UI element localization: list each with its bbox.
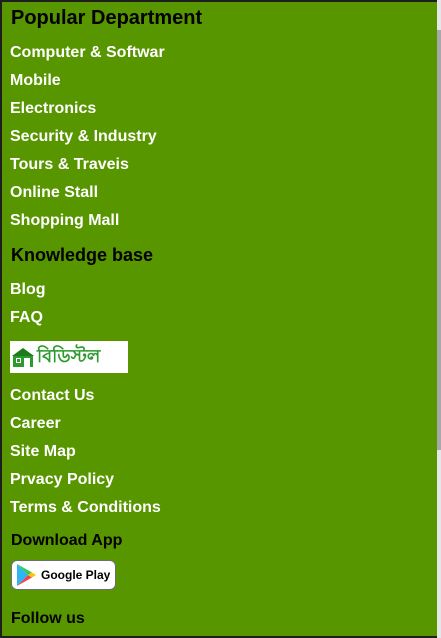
shop-icon bbox=[12, 348, 34, 367]
scrollbar-thumb[interactable] bbox=[437, 30, 441, 450]
popular-link-tours-travels[interactable]: Tours & Traveis bbox=[10, 156, 129, 174]
google-play-label: Google Play bbox=[41, 568, 111, 582]
popular-link-computer-software[interactable]: Computer & Softwar bbox=[10, 44, 165, 62]
popular-link-security-industry[interactable]: Security & Industry bbox=[10, 128, 157, 146]
info-link-career[interactable]: Career bbox=[10, 415, 61, 433]
scrollbar[interactable] bbox=[437, 0, 441, 638]
download-app-heading: Download App bbox=[11, 532, 123, 549]
info-link-contact-us[interactable]: Contact Us bbox=[10, 387, 94, 405]
follow-us-heading: Follow us bbox=[11, 610, 85, 627]
google-play-icon bbox=[17, 564, 36, 586]
brand-logo-text: বিডিস্টল bbox=[37, 345, 101, 366]
popular-link-shopping-mall[interactable]: Shopping Mall bbox=[10, 212, 119, 230]
popular-link-mobile[interactable]: Mobile bbox=[10, 72, 61, 90]
popular-link-electronics[interactable]: Electronics bbox=[10, 100, 96, 118]
popular-link-online-stall[interactable]: Online Stall bbox=[10, 184, 98, 202]
knowledge-link-blog[interactable]: Blog bbox=[10, 281, 46, 299]
knowledge-base-heading: Knowledge base bbox=[11, 245, 154, 265]
google-play-button[interactable]: Google Play bbox=[11, 560, 116, 590]
info-link-site-map[interactable]: Site Map bbox=[10, 443, 76, 461]
info-link-terms-conditions[interactable]: Terms & Conditions bbox=[10, 499, 161, 517]
popular-department-heading: Popular Department bbox=[11, 7, 203, 29]
footer-panel: Popular Department Computer & Softwar Mo… bbox=[0, 0, 441, 638]
info-link-privacy-policy[interactable]: Prvacy Policy bbox=[10, 471, 114, 489]
knowledge-link-faq[interactable]: FAQ bbox=[10, 309, 43, 327]
brand-logo[interactable]: বিডিস্টল bbox=[10, 341, 128, 373]
